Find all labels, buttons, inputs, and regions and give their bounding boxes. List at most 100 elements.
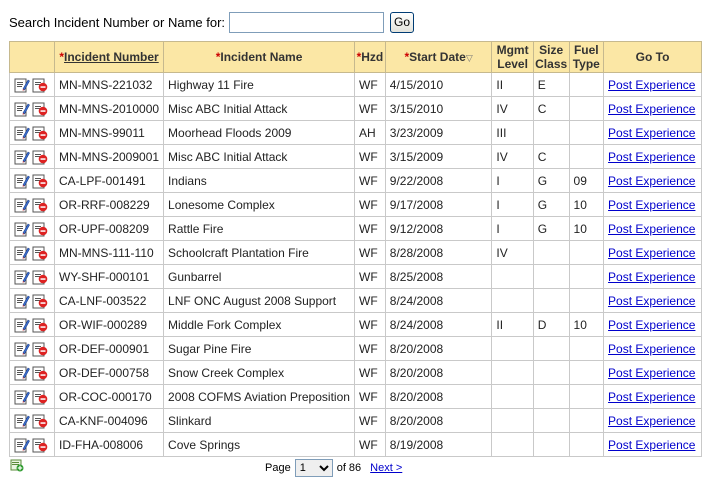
- post-experience-link[interactable]: Post Experience: [608, 414, 695, 428]
- edit-icon[interactable]: [14, 149, 30, 165]
- edit-icon[interactable]: [14, 245, 30, 261]
- fuel-type-cell: [568, 72, 605, 97]
- delete-icon[interactable]: [32, 77, 48, 93]
- post-experience-link[interactable]: Post Experience: [608, 174, 695, 188]
- post-experience-link[interactable]: Post Experience: [608, 222, 695, 236]
- incident-name-cell: Rattle Fire: [163, 216, 356, 241]
- table-row: WY-SHF-000101 Gunbarrel WF 8/25/2008 Post Ex…: [9, 264, 702, 289]
- delete-icon[interactable]: [32, 365, 48, 381]
- post-experience-link[interactable]: Post Experience: [608, 318, 695, 332]
- post-experience-link[interactable]: Post Experience: [608, 366, 695, 380]
- delete-icon[interactable]: [32, 149, 48, 165]
- delete-icon[interactable]: [32, 389, 48, 405]
- post-experience-link[interactable]: Post Experience: [608, 126, 695, 140]
- incident-name-cell: Slinkard: [163, 408, 356, 433]
- post-experience-link[interactable]: Post Experience: [608, 198, 695, 212]
- edit-icon[interactable]: [14, 365, 30, 381]
- incident-name-header[interactable]: *Incident Name: [163, 41, 356, 73]
- edit-icon[interactable]: [14, 293, 30, 309]
- hzd-cell: WF: [354, 216, 386, 241]
- start-date-header[interactable]: *Start Date▽: [384, 41, 493, 73]
- mgmt-level-cell: [491, 288, 534, 313]
- delete-icon[interactable]: [32, 197, 48, 213]
- edit-icon[interactable]: [14, 173, 30, 189]
- fuel-type-header[interactable]: Fuel Type: [568, 41, 605, 73]
- mgmt-level-cell: III: [491, 120, 534, 145]
- incident-name-header-label: Incident Name: [220, 50, 303, 64]
- delete-icon[interactable]: [32, 101, 48, 117]
- post-experience-link[interactable]: Post Experience: [608, 270, 695, 284]
- fuel-type-cell: 09: [568, 168, 605, 193]
- delete-icon[interactable]: [32, 293, 48, 309]
- hzd-header[interactable]: *Hzd: [354, 41, 386, 73]
- incident-number-header[interactable]: *Incident Number: [53, 41, 165, 73]
- edit-icon[interactable]: [14, 221, 30, 237]
- incident-number-cell: MN-MNS-2009001: [53, 144, 165, 169]
- incident-number-cell: MN-MNS-99011: [53, 120, 165, 145]
- post-experience-link[interactable]: Post Experience: [608, 390, 695, 404]
- incident-number-cell: CA-LNF-003522: [53, 288, 165, 313]
- delete-icon[interactable]: [32, 317, 48, 333]
- edit-icon[interactable]: [14, 197, 30, 213]
- post-experience-link[interactable]: Post Experience: [608, 78, 695, 92]
- size-class-cell: [532, 264, 570, 289]
- delete-icon[interactable]: [32, 413, 48, 429]
- table-row: CA-KNF-004096 Slinkard WF 8/20/2008 Post Exp…: [9, 408, 702, 433]
- search-input[interactable]: [229, 11, 385, 33]
- delete-icon[interactable]: [32, 173, 48, 189]
- row-actions: [9, 288, 55, 313]
- incident-number-cell: OR-WIF-000289: [53, 312, 165, 337]
- go-to-header-label: Go To: [635, 50, 670, 64]
- size-class-cell: E: [532, 72, 570, 97]
- incident-number-cell: OR-COC-000170: [53, 384, 165, 409]
- post-experience-link[interactable]: Post Experience: [608, 246, 695, 260]
- delete-icon[interactable]: [32, 269, 48, 285]
- hzd-cell: WF: [354, 432, 386, 457]
- edit-icon[interactable]: [14, 389, 30, 405]
- delete-icon[interactable]: [32, 341, 48, 357]
- delete-icon[interactable]: [32, 245, 48, 261]
- fuel-type-cell: [568, 432, 605, 457]
- hzd-cell: WF: [354, 360, 386, 385]
- next-page-link[interactable]: Next >: [370, 462, 402, 474]
- post-experience-link[interactable]: Post Experience: [608, 102, 695, 116]
- hzd-cell: WF: [354, 312, 386, 337]
- edit-icon[interactable]: [14, 269, 30, 285]
- hzd-cell: WF: [354, 192, 386, 217]
- row-actions: [9, 144, 55, 169]
- post-experience-link[interactable]: Post Experience: [608, 294, 695, 308]
- post-experience-link[interactable]: Post Experience: [608, 342, 695, 356]
- edit-icon[interactable]: [14, 101, 30, 117]
- edit-icon[interactable]: [14, 125, 30, 141]
- size-class-header[interactable]: Size Class: [532, 41, 570, 73]
- row-actions: [9, 192, 55, 217]
- edit-icon[interactable]: [14, 77, 30, 93]
- pager: Page 1 of 86 Next >: [265, 459, 402, 477]
- go-button[interactable]: Go: [390, 11, 415, 33]
- edit-icon[interactable]: [14, 413, 30, 429]
- post-experience-link[interactable]: Post Experience: [608, 150, 695, 164]
- edit-icon[interactable]: [14, 341, 30, 357]
- edit-icon[interactable]: [14, 437, 30, 453]
- incident-number-cell: OR-UPF-008209: [53, 216, 165, 241]
- go-to-cell: Post Experience: [603, 240, 702, 265]
- mgmt-level-header[interactable]: Mgmt Level: [491, 41, 534, 73]
- add-icon[interactable]: [10, 458, 24, 475]
- table-row: MN-MNS-111-110 Schoolcraft Plantation Fir…: [9, 240, 702, 265]
- mgmt-level-cell: IV: [491, 240, 534, 265]
- page-select[interactable]: 1: [294, 459, 333, 477]
- incident-name-cell: Gunbarrel: [163, 264, 356, 289]
- delete-icon[interactable]: [32, 437, 48, 453]
- incident-number-cell: WY-SHF-000101: [53, 264, 165, 289]
- hzd-cell: WF: [354, 288, 386, 313]
- table-row: OR-WIF-000289 Middle Fork Complex WF 8/24/2…: [9, 312, 702, 337]
- post-experience-link[interactable]: Post Experience: [608, 438, 695, 452]
- hzd-cell: WF: [354, 72, 386, 97]
- incident-name-cell: Lonesome Complex: [163, 192, 356, 217]
- delete-icon[interactable]: [32, 125, 48, 141]
- mgmt-level-header-line1: Mgmt: [496, 43, 529, 57]
- size-class-cell: C: [532, 144, 570, 169]
- delete-icon[interactable]: [32, 221, 48, 237]
- edit-icon[interactable]: [14, 317, 30, 333]
- search-bar: Search Incident Number or Name for: Go: [9, 11, 415, 33]
